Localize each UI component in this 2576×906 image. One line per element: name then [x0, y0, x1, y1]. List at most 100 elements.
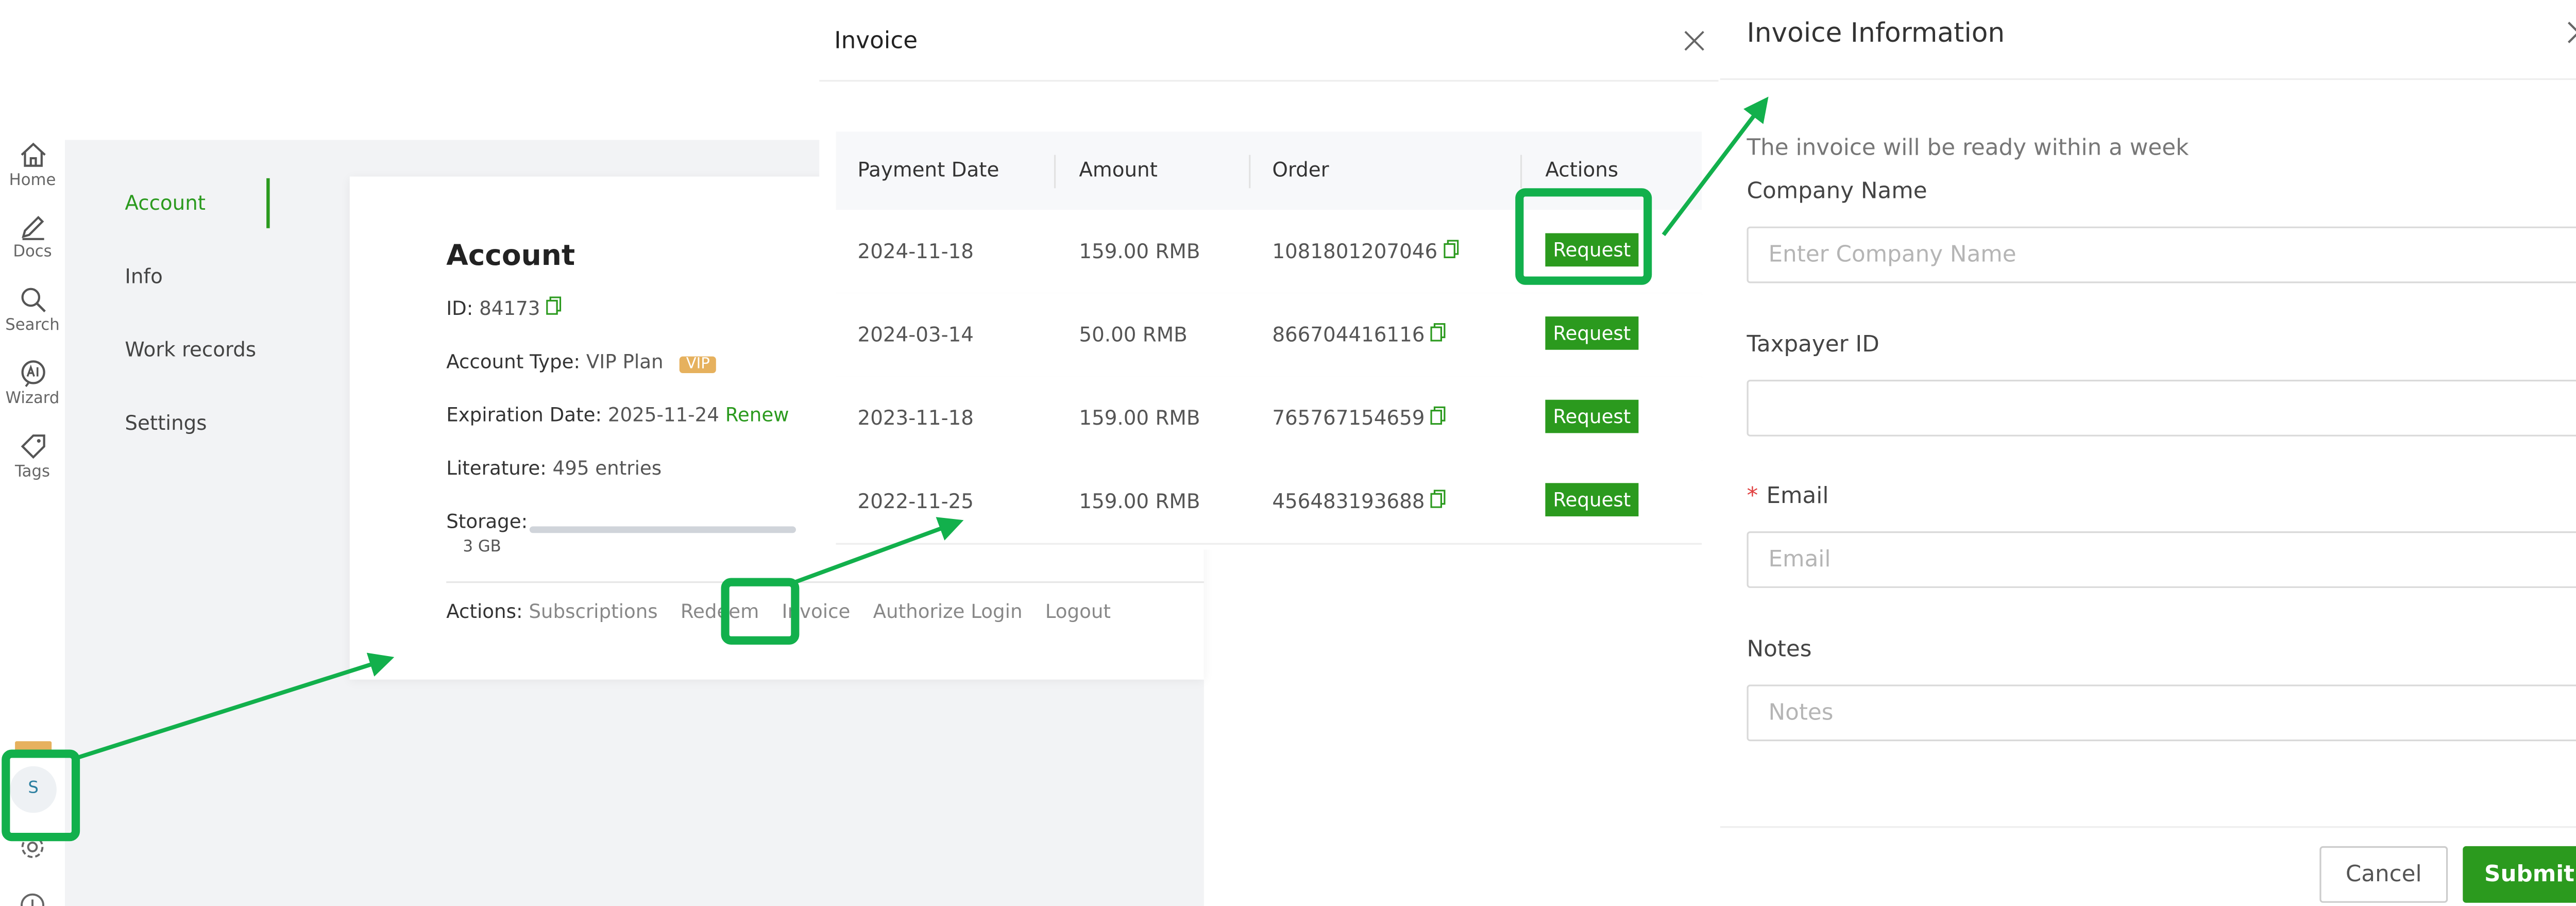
nav-item-account[interactable]: Account [125, 192, 206, 215]
notes-input[interactable] [1747, 684, 2576, 742]
col-divider [1054, 155, 1056, 189]
drawer-close-icon[interactable] [2566, 20, 2576, 45]
email-input[interactable] [1747, 531, 2576, 588]
drawer-header-divider [1720, 78, 2576, 80]
rail-home-label: Home [9, 171, 56, 190]
invoice-close-icon[interactable] [1684, 30, 1705, 52]
account-type-value: VIP Plan [586, 349, 664, 373]
tag-icon [20, 434, 45, 459]
literature-label: Literature: [446, 456, 547, 480]
taxpayer-id-label: Taxpayer ID [1747, 331, 1879, 358]
info-icon[interactable] [19, 891, 47, 906]
col-divider [1249, 155, 1251, 189]
request-button[interactable]: Request [1545, 316, 1639, 350]
col-divider [1520, 155, 1522, 189]
literature-row: Literature: 495 entries [446, 457, 662, 480]
row-date: 2024-11-18 [857, 240, 974, 263]
ai-icon [20, 360, 45, 388]
renew-link[interactable]: Renew [725, 403, 789, 426]
storage-value: 3 GB [463, 538, 501, 557]
action-authorize-login[interactable]: Authorize Login [873, 600, 1023, 623]
rail-wizard[interactable]: Wizard [0, 358, 65, 408]
account-side-nav: Account Info Work records Settings [65, 140, 348, 906]
expiration-value: 2025-11-24 [607, 403, 719, 427]
expiration-label: Expiration Date: [446, 403, 602, 427]
request-highlight-box [1515, 188, 1652, 285]
table-row: 2024-03-14 50.00 RMB 866704416116 Reques… [836, 293, 1702, 378]
taxpayer-id-input[interactable] [1747, 379, 2576, 437]
rail-wizard-label: Wizard [5, 390, 60, 408]
email-label: Email [1766, 483, 1829, 510]
account-title: Account [446, 240, 575, 274]
account-id-row: ID: 84173 [446, 296, 562, 320]
col-actions: Actions [1545, 158, 1619, 182]
expiration-row: Expiration Date: 2025-11-24 Renew [446, 403, 789, 426]
vip-badge: VIP [679, 356, 717, 373]
pen-icon [21, 215, 44, 240]
row-order: 1081801207046 [1272, 240, 1459, 263]
action-logout[interactable]: Logout [1045, 600, 1111, 623]
col-payment-date: Payment Date [857, 158, 999, 182]
submit-button[interactable]: Submit [2463, 846, 2576, 903]
request-button[interactable]: Request [1545, 483, 1639, 516]
required-asterisk: * [1747, 483, 1758, 510]
request-button[interactable]: Request [1545, 399, 1639, 433]
row-amount: 159.00 RMB [1079, 490, 1200, 513]
rail-docs-label: Docs [13, 243, 52, 262]
col-order: Order [1272, 158, 1329, 182]
email-label-row: * Email [1747, 483, 1828, 510]
literature-value: 495 entries [552, 456, 662, 480]
action-subscriptions[interactable]: Subscriptions [529, 600, 657, 623]
nav-item-work-records[interactable]: Work records [125, 338, 256, 361]
company-name-input[interactable] [1747, 226, 2576, 283]
nav-item-settings[interactable]: Settings [125, 411, 207, 434]
row-order: 456483193688 [1272, 490, 1446, 513]
table-row: 2022-11-25 159.00 RMB 456483193688 Reque… [836, 460, 1702, 545]
invoice-information-drawer: Invoice Information The invoice will be … [1720, 0, 2576, 906]
copy-icon[interactable] [1431, 490, 1446, 508]
row-order-number: 456483193688 [1272, 490, 1425, 513]
account-type-label: Account Type: [446, 349, 581, 373]
row-order: 765767154659 [1272, 406, 1446, 430]
row-order-number: 1081801207046 [1272, 240, 1438, 263]
col-amount: Amount [1079, 158, 1158, 182]
copy-icon[interactable] [1444, 240, 1459, 258]
copy-icon[interactable] [1431, 323, 1446, 342]
row-order: 866704416116 [1272, 323, 1446, 346]
row-order-number: 765767154659 [1272, 406, 1425, 430]
rail-tags-label: Tags [14, 463, 50, 482]
notes-label: Notes [1747, 636, 1812, 663]
home-icon [20, 142, 45, 167]
id-label: ID: [446, 296, 473, 320]
row-amount: 159.00 RMB [1079, 406, 1200, 430]
actions-divider [446, 581, 1204, 583]
copy-icon[interactable] [1431, 406, 1446, 425]
copy-icon[interactable] [546, 296, 562, 315]
cancel-button[interactable]: Cancel [2319, 846, 2448, 903]
actions-label: Actions: [446, 599, 523, 623]
row-date: 2022-11-25 [857, 490, 974, 513]
invoice-action-highlight-box [721, 578, 800, 645]
nav-item-info[interactable]: Info [125, 265, 162, 288]
table-row: 2023-11-18 159.00 RMB 765767154659 Reque… [836, 376, 1702, 462]
account-type-row: Account Type: VIP Plan VIP [446, 350, 717, 373]
row-date: 2024-03-14 [857, 323, 974, 347]
rail-search[interactable]: Search [0, 285, 65, 335]
rail-tags[interactable]: Tags [0, 431, 65, 481]
avatar-highlight-box [2, 749, 80, 842]
company-name-label: Company Name [1747, 178, 1927, 205]
invoice-info-title: Invoice Information [1747, 16, 2005, 48]
invoice-ready-note: The invoice will be ready within a week [1747, 135, 2189, 162]
row-amount: 159.00 RMB [1079, 240, 1200, 263]
row-date: 2023-11-18 [857, 406, 974, 430]
nav-active-indicator [266, 178, 270, 228]
rail-home[interactable]: Home [0, 140, 65, 190]
storage-progress-bar [529, 526, 796, 533]
rail-docs[interactable]: Docs [0, 211, 65, 261]
id-value: 84173 [479, 296, 540, 320]
invoice-header-divider [819, 80, 1719, 82]
row-order-number: 866704416116 [1272, 323, 1425, 347]
row-amount: 50.00 RMB [1079, 323, 1188, 347]
drawer-footer-divider [1720, 826, 2576, 828]
storage-label: Storage: [446, 510, 528, 533]
